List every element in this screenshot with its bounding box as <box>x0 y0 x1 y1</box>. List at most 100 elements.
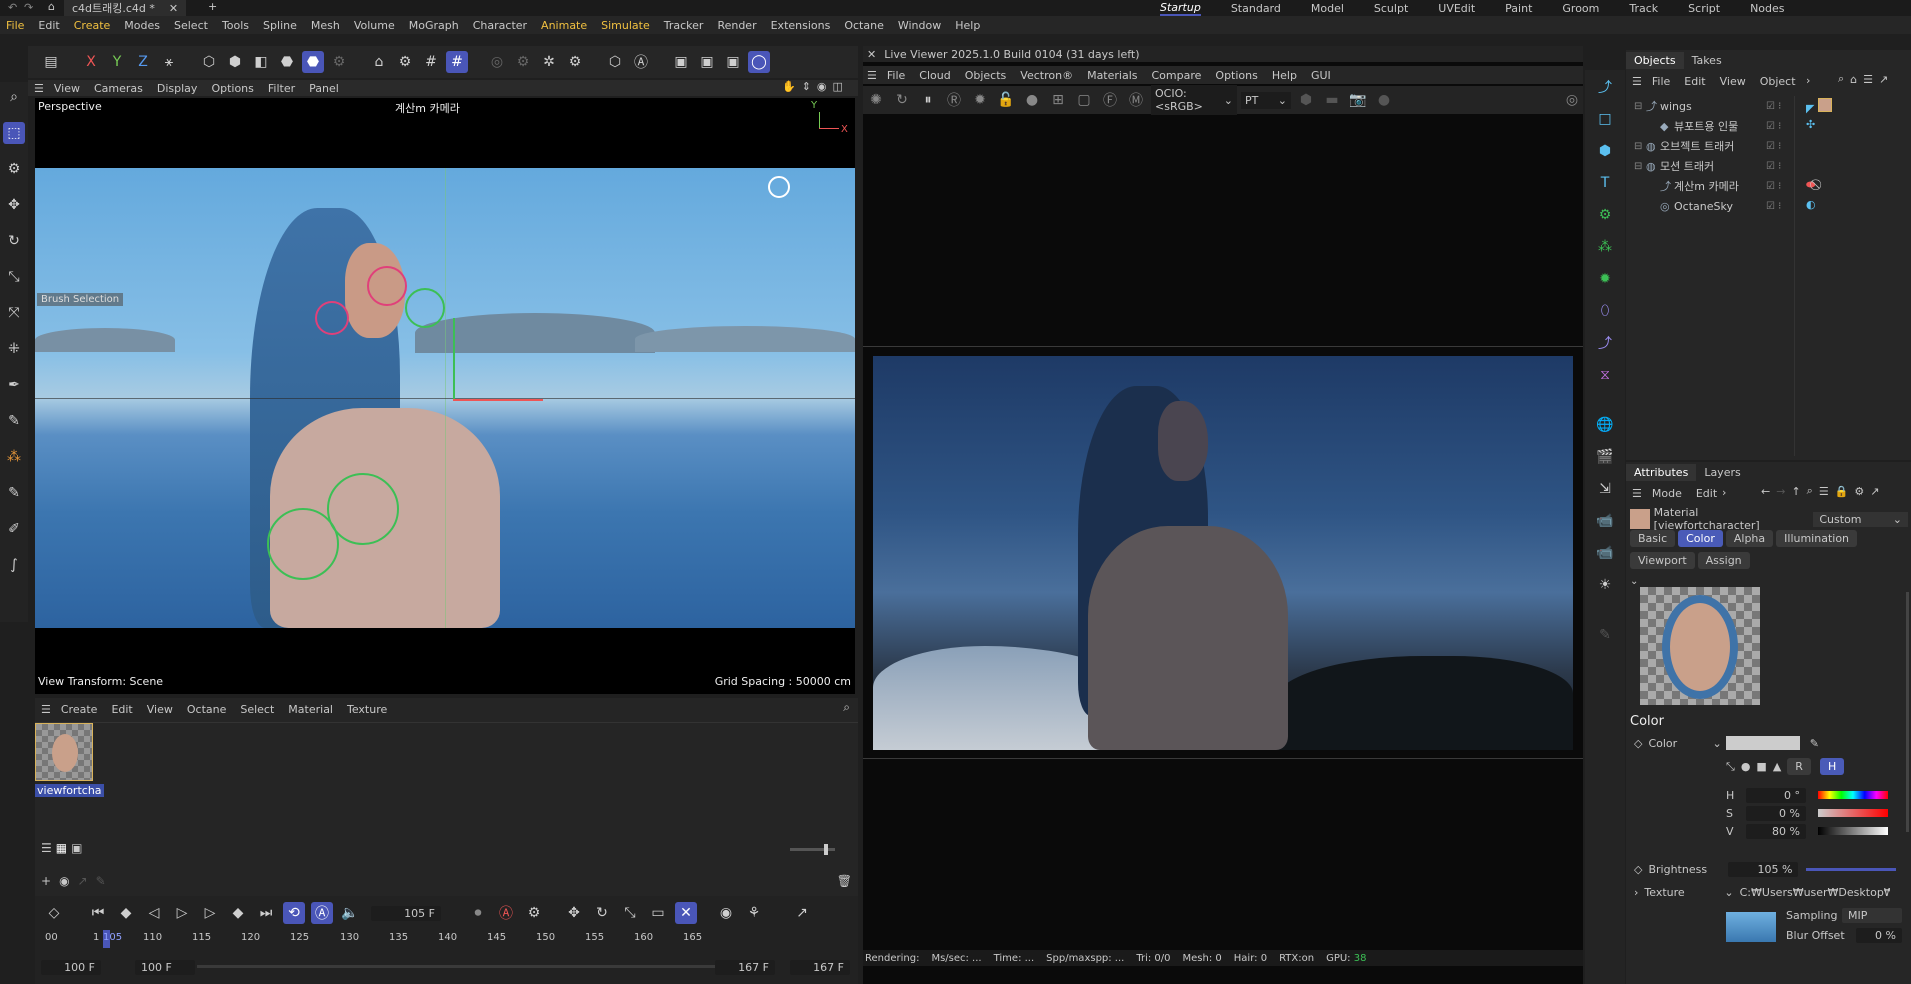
knife-tool-icon[interactable]: ∫ <box>3 554 25 576</box>
pause-icon[interactable]: ⏸ <box>917 89 939 111</box>
camera-icon[interactable]: 📹 <box>1594 510 1616 532</box>
material-preview-icon[interactable]: ● <box>1021 89 1043 111</box>
material-thumbnail[interactable] <box>35 723 93 781</box>
v-field[interactable]: 80 % <box>1746 823 1806 839</box>
null-icon[interactable]: ⤴ <box>1594 76 1616 98</box>
slider-handle[interactable] <box>824 844 828 855</box>
keyframe-icon[interactable]: ◇ <box>43 902 65 924</box>
render-picture-icon[interactable]: ▣ <box>696 51 718 73</box>
new-tab-icon[interactable]: + <box>208 0 217 13</box>
viewport[interactable]: Perspective 계산m 카메라 Y X Brush Selection … <box>35 98 855 694</box>
preview-end-field[interactable]: 167 F <box>715 959 775 975</box>
multi-tool-icon[interactable]: ⁜ <box>3 338 25 360</box>
environment-icon[interactable]: 🌐 <box>1594 414 1616 436</box>
kernel-select[interactable]: PT ⌄ <box>1241 91 1291 109</box>
new-window-icon[interactable]: ↗ <box>1870 485 1879 498</box>
settings-icon[interactable]: ✹ <box>969 89 991 111</box>
octane-logo-icon[interactable]: ◎ <box>1561 89 1583 111</box>
hamburger-icon[interactable]: ☰ <box>41 703 51 716</box>
lv-menu-vectron[interactable]: Vectron® <box>1020 69 1073 82</box>
lv-menu-cloud[interactable]: Cloud <box>919 69 950 82</box>
motion-system-icon[interactable]: ⚘ <box>743 902 765 924</box>
tweak-tool-icon[interactable]: ⚙ <box>3 158 25 180</box>
layout-tab-nodes[interactable]: Nodes <box>1750 2 1784 15</box>
lv-menu-compare[interactable]: Compare <box>1152 69 1202 82</box>
edit-icon[interactable]: ✎ <box>1594 624 1616 646</box>
visibility-flags[interactable]: ☑ ⁝ <box>1766 101 1781 112</box>
material-menu-view[interactable]: View <box>147 703 173 716</box>
menu-extensions[interactable]: Extensions <box>771 19 831 32</box>
scene-icon[interactable]: ⤴ <box>1594 332 1616 354</box>
collapse-icon[interactable]: ⌄ <box>1630 576 1638 587</box>
layout-tab-model[interactable]: Model <box>1311 2 1344 15</box>
next-key-icon[interactable]: ◆ <box>227 902 249 924</box>
object-row[interactable]: ⊟ ◍ 모션 트래커 ☑ ⁝ <box>1626 156 1911 176</box>
attributes-menu-edit[interactable]: Edit <box>1696 487 1717 500</box>
menu-file[interactable]: File <box>6 19 24 32</box>
field-icon[interactable]: ⬯ <box>1594 300 1616 322</box>
light-camera-icon[interactable]: 📹 <box>1594 542 1616 564</box>
y-axis-button[interactable]: Y <box>106 51 128 73</box>
menu-window[interactable]: Window <box>898 19 941 32</box>
auto-record-icon[interactable]: Ⓐ <box>495 902 517 924</box>
symmetry-icon[interactable]: ◎ <box>486 51 508 73</box>
magnet-icon[interactable]: ⌂ <box>368 51 390 73</box>
object-mode-icon[interactable]: ⬣ <box>302 51 324 73</box>
h-field[interactable]: 0 ° <box>1746 787 1806 803</box>
layout-tab-script[interactable]: Script <box>1688 2 1720 15</box>
viewport-menu-cameras[interactable]: Cameras <box>94 82 143 95</box>
preset-select[interactable]: Custom ⌄ <box>1813 511 1908 527</box>
go-end-icon[interactable]: ⏭ <box>255 902 277 924</box>
camera-tag-icon[interactable]: ⬬ <box>1806 178 1815 191</box>
channel-tab-illumination[interactable]: Illumination <box>1776 530 1858 547</box>
lv-menu-file[interactable]: File <box>887 69 905 82</box>
layout-tab-sculpt[interactable]: Sculpt <box>1374 2 1408 15</box>
value-slider[interactable] <box>1818 827 1888 835</box>
range-slider[interactable] <box>197 965 747 968</box>
expand-arrow-icon[interactable]: › <box>1634 886 1638 899</box>
menu-tracker[interactable]: Tracker <box>664 19 704 32</box>
settings-icon[interactable]: ⚙ <box>1854 485 1864 498</box>
layout-tab-groom[interactable]: Groom <box>1562 2 1599 15</box>
menu-render[interactable]: Render <box>717 19 756 32</box>
material-name[interactable]: viewfortcha <box>35 784 104 797</box>
butterfly-icon[interactable]: ✲ <box>538 51 560 73</box>
lv-menu-objects[interactable]: Objects <box>965 69 1007 82</box>
tracker-ring[interactable] <box>405 288 445 328</box>
material-menu-select[interactable]: Select <box>240 703 274 716</box>
lv-menu-options[interactable]: Options <box>1215 69 1257 82</box>
layout-tab-startup[interactable]: Startup <box>1160 1 1201 16</box>
film-region-icon[interactable]: ▢ <box>1073 89 1095 111</box>
layer-icon[interactable]: ▬ <box>1321 89 1343 111</box>
object-row[interactable]: ◆ 뷰포트용 인물 ☑ ⁝ <box>1626 116 1911 136</box>
sky-tag-icon[interactable]: ◐ <box>1806 198 1816 211</box>
lock-icon[interactable]: 🔓 <box>995 89 1017 111</box>
go-start-icon[interactable]: ⏮ <box>87 902 109 924</box>
octane-icon[interactable]: ◯ <box>748 51 770 73</box>
lock-icon[interactable]: 🔒 <box>1835 485 1849 498</box>
orbit-icon[interactable]: ◉ <box>817 80 827 93</box>
prev-frame-icon[interactable]: ◁ <box>143 902 165 924</box>
texture-path[interactable]: C:₩Users₩user₩Desktop₩... <box>1740 886 1890 899</box>
key-pos-icon[interactable]: ✥ <box>563 902 585 924</box>
rgb-mode-button[interactable]: R <box>1787 758 1811 775</box>
render-view-icon[interactable]: ▣ <box>670 51 692 73</box>
grid-view-icon[interactable]: ▦ <box>56 841 67 855</box>
effector-icon[interactable]: ⧖ <box>1594 364 1616 386</box>
sketch-tool-icon[interactable]: ✐ <box>3 518 25 540</box>
menu-character[interactable]: Character <box>473 19 527 32</box>
workplane-icon[interactable]: # <box>446 51 468 73</box>
file-tab[interactable]: c4d트래킹.c4d * ✕ <box>64 0 187 16</box>
undo-icon[interactable]: ↶ <box>8 1 17 14</box>
menu-help[interactable]: Help <box>955 19 980 32</box>
hamburger-icon[interactable]: ☰ <box>1632 487 1642 500</box>
viewport-menu-options[interactable]: Options <box>211 82 253 95</box>
tracker-ring[interactable] <box>267 508 339 580</box>
material-menu-texture[interactable]: Texture <box>347 703 387 716</box>
lv-menu-help[interactable]: Help <box>1272 69 1297 82</box>
render-queue-icon[interactable]: ⇲ <box>1594 478 1616 500</box>
expand-icon[interactable]: ⊟ <box>1634 161 1646 172</box>
sky-icon[interactable]: ☀ <box>1594 574 1616 596</box>
pan-icon[interactable]: ✋ <box>782 80 796 93</box>
home-icon[interactable]: ⌂ <box>48 0 55 13</box>
